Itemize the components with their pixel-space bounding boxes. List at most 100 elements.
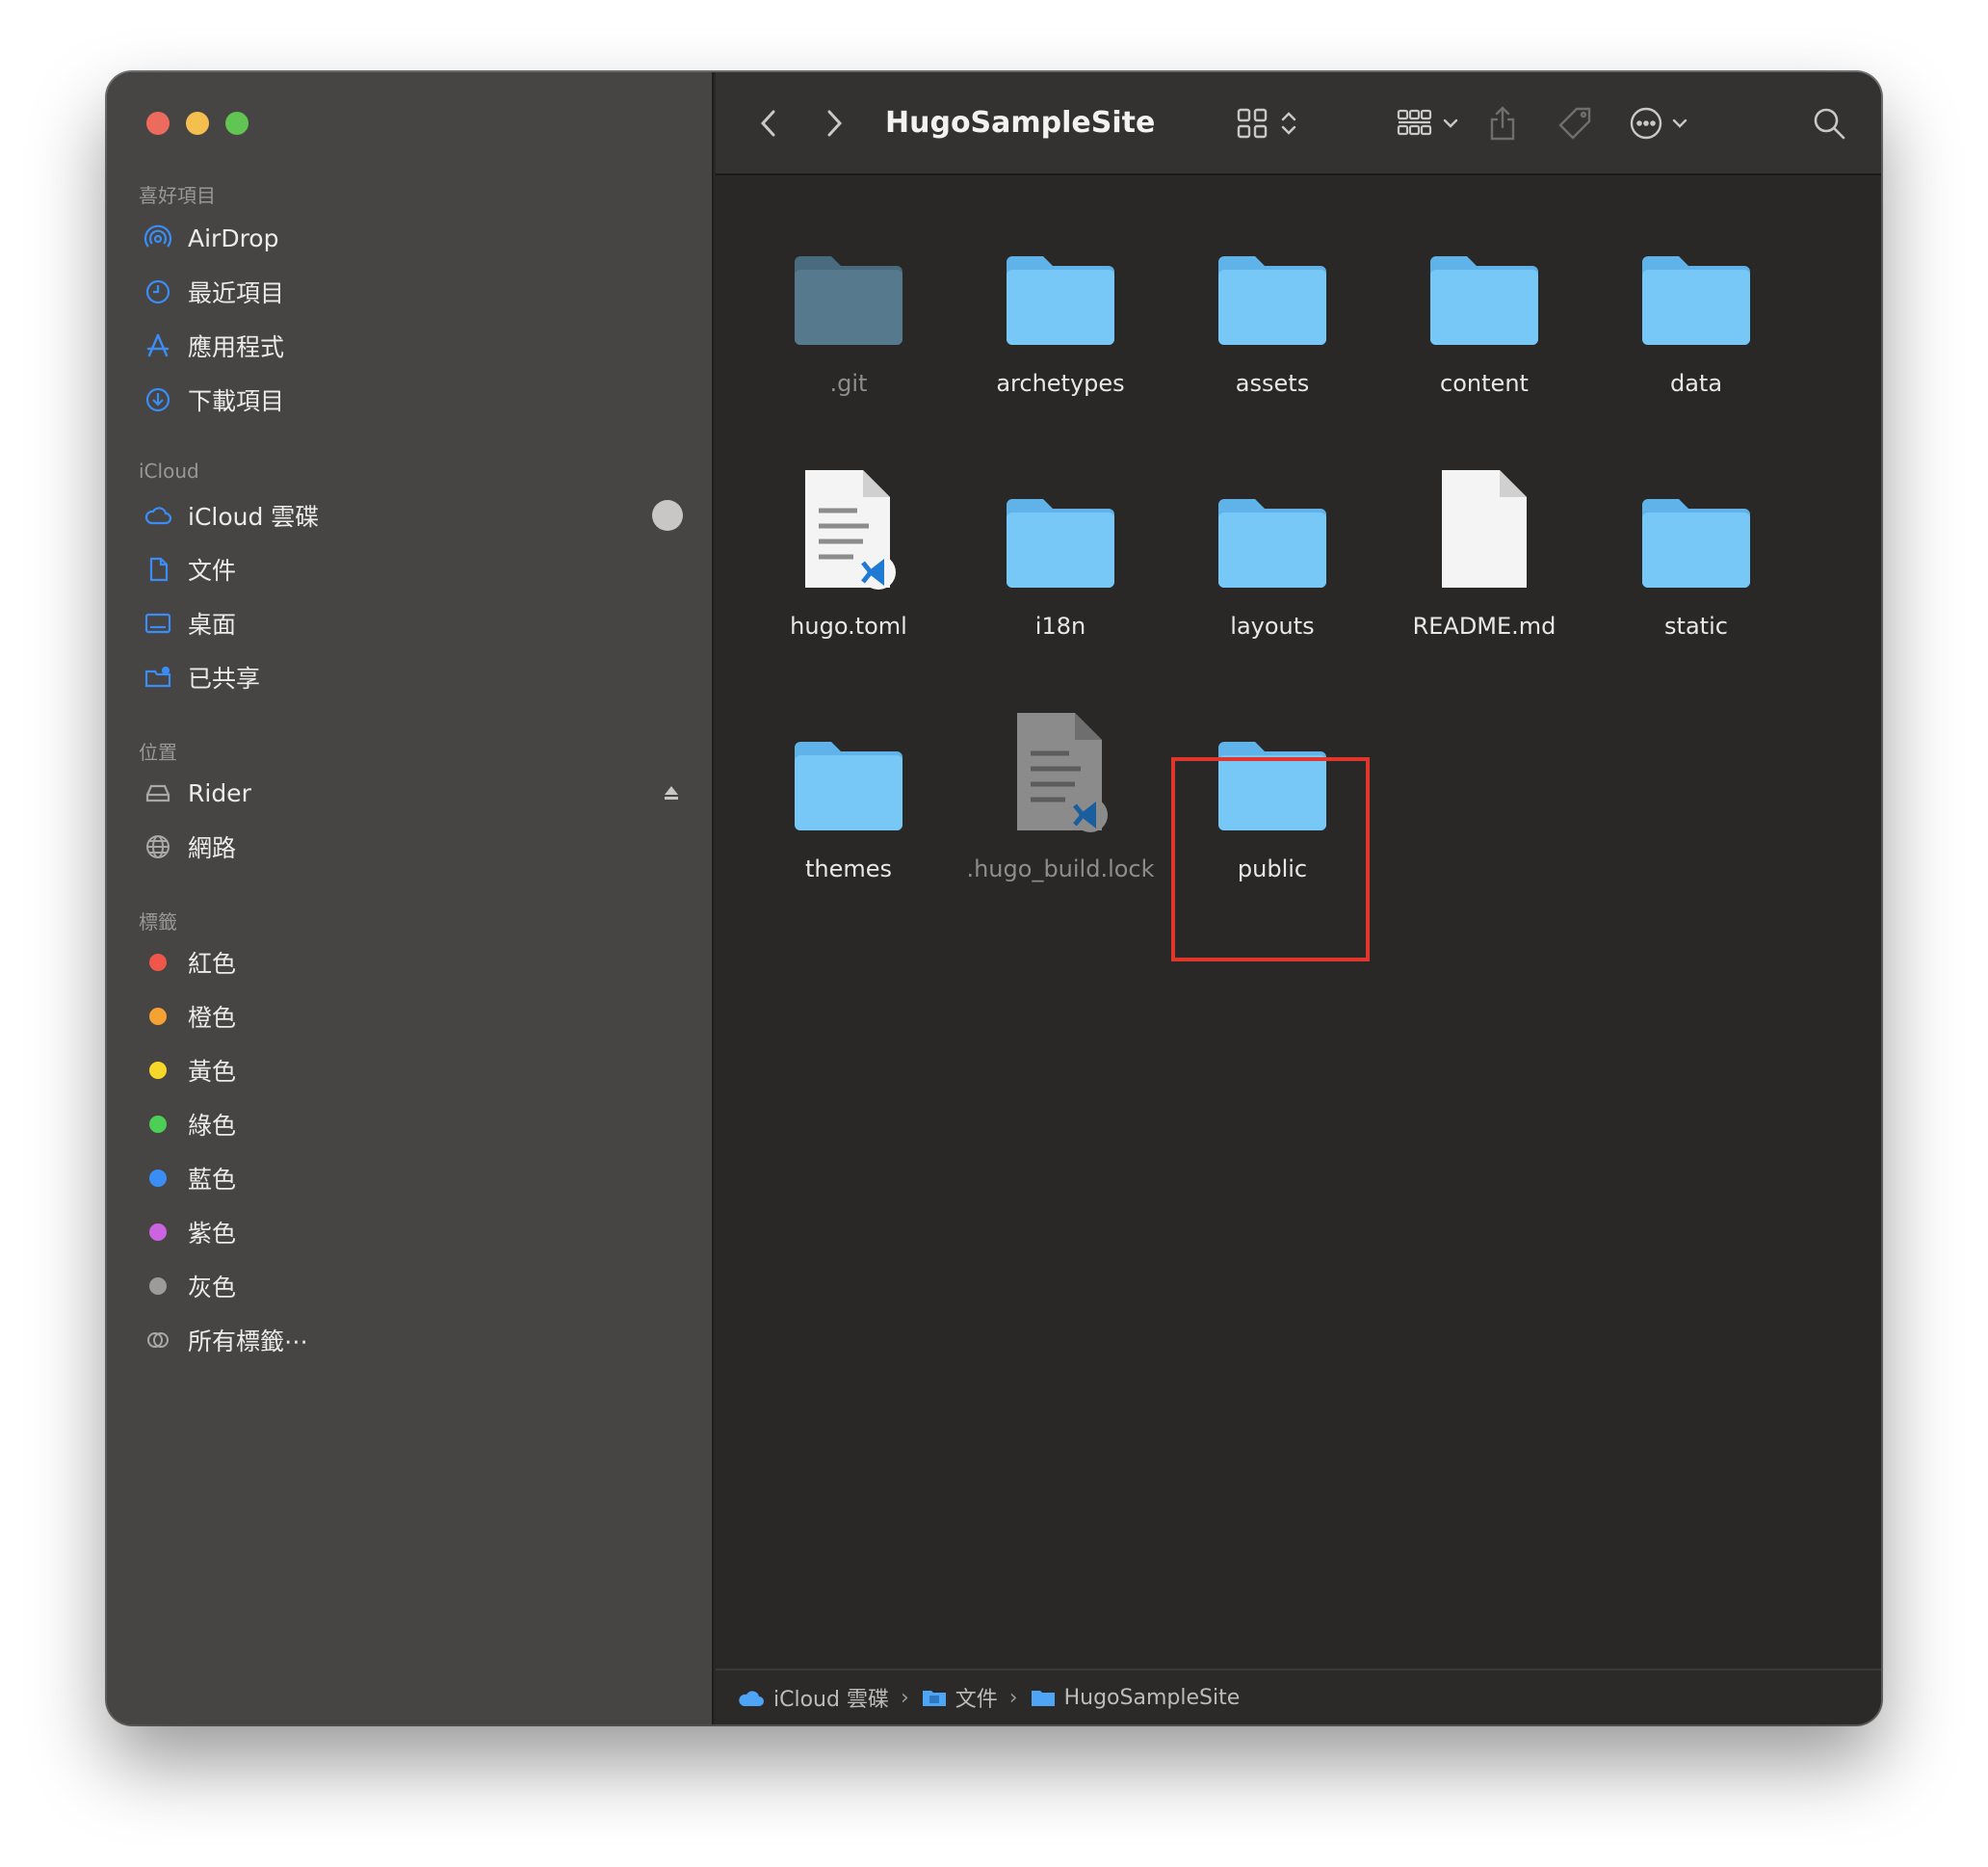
file-name: themes [804,855,893,882]
sidebar-item-label: 最近項目 [188,279,285,307]
download-icon [142,383,174,416]
sidebar-item-airdrop[interactable]: AirDrop [142,213,683,263]
file-item-hugo-build-lock[interactable]: .hugo_build.lock [964,690,1157,882]
path-separator-icon: › [900,1685,909,1710]
chevron-down-icon [1443,118,1458,128]
share-button[interactable] [1486,101,1519,145]
desktop-icon [142,607,174,640]
path-segment[interactable]: iCloud 雲碟 [737,1682,889,1713]
clock-icon [142,276,174,308]
sidebar-item-icloud-drive[interactable]: iCloud 雲碟 [142,490,683,540]
toolbar: HugoSampleSite [716,72,1881,175]
sidebar-item-all-tags[interactable]: 所有標籤⋯ [142,1315,683,1365]
view-mode-button[interactable] [1236,101,1299,145]
file-item-archetypes[interactable]: archetypes [964,204,1157,397]
file-item-assets[interactable]: assets [1176,204,1369,397]
sidebar-item-desktop[interactable]: 桌面 [142,598,683,648]
forward-button[interactable] [820,101,849,145]
file-item-hugo-toml[interactable]: hugo.toml [752,447,945,640]
sidebar-item-label: 已共享 [188,665,261,693]
sidebar-item-tag-purple[interactable]: 紫色 [142,1207,683,1257]
highlight-box [1171,757,1370,961]
blank-document-icon [1442,470,1527,588]
finder-window: 喜好項目 AirDrop 最近項目 應用程式 下載項目 iCloud iClou… [107,72,1881,1724]
file-grid: .git archetypes assets content data hugo… [716,175,1881,1670]
path-segment-label: HugoSampleSite [1063,1685,1241,1710]
drive-icon [142,776,174,809]
sidebar-item-downloads[interactable]: 下載項目 [142,375,683,425]
sidebar-item-label: 灰色 [188,1274,237,1302]
file-item-content[interactable]: content [1388,204,1581,397]
file-item-git[interactable]: .git [752,204,945,397]
sidebar-item-label: 紫色 [188,1220,237,1248]
sidebar-item-label: 藍色 [188,1166,237,1194]
favorites-section-title: 喜好項目 [139,184,216,207]
file-item-readme[interactable]: README.md [1388,447,1581,640]
sidebar-item-applications[interactable]: 應用程式 [142,321,683,371]
shared-folder-icon [142,661,174,694]
group-grid-icon [1397,109,1432,136]
eject-button[interactable] [660,781,683,804]
sidebar-item-rider[interactable]: Rider [142,768,683,818]
sidebar-item-label: Rider [188,778,251,807]
file-item-layouts[interactable]: layouts [1176,447,1369,640]
path-segment[interactable]: 文件 [921,1682,998,1713]
search-button[interactable] [1812,101,1846,145]
close-button[interactable] [146,112,170,135]
folder-icon [795,742,902,830]
file-item-data[interactable]: data [1600,204,1792,397]
sidebar-item-label: 文件 [188,557,237,585]
storage-progress-icon [652,500,683,531]
folder-icon [1642,256,1750,345]
network-icon [142,830,174,863]
tag-dot-icon [142,1216,174,1249]
sidebar-item-label: iCloud 雲碟 [188,503,320,531]
sidebar-item-label: 下載項目 [188,387,285,415]
tag-dot-icon [142,1054,174,1087]
tag-dot-icon [142,1000,174,1033]
tags-section-title: 標籤 [139,910,177,934]
file-item-static[interactable]: static [1600,447,1792,640]
file-name: hugo.toml [790,613,907,640]
sidebar-item-tag-yellow[interactable]: 黃色 [142,1045,683,1095]
sidebar-item-network[interactable]: 網路 [142,822,683,872]
minimize-button[interactable] [186,112,209,135]
chevron-updown-icon [1281,112,1296,135]
sidebar-item-shared[interactable]: 已共享 [142,652,683,702]
file-name: layouts [1230,613,1315,640]
cloud-icon [142,499,174,532]
folder-icon [795,256,902,345]
chevron-down-icon [1672,118,1687,128]
sidebar-item-tag-orange[interactable]: 橙色 [142,991,683,1041]
cloud-icon [739,1691,764,1706]
sidebar-item-label: 網路 [188,834,237,862]
sidebar-item-label: 桌面 [188,611,237,639]
sidebar-item-tag-blue[interactable]: 藍色 [142,1153,683,1203]
sidebar-item-recents[interactable]: 最近項目 [142,267,683,317]
path-segment[interactable]: HugoSampleSite [1030,1685,1241,1710]
file-name: static [1664,613,1728,640]
file-name: .hugo_build.lock [966,855,1155,882]
window-controls [146,112,248,135]
eject-icon [665,786,678,800]
folder-icon [1218,256,1326,345]
sidebar-item-tag-green[interactable]: 綠色 [142,1099,683,1149]
folder-icon [1218,499,1326,588]
sidebar-item-tag-red[interactable]: 紅色 [142,937,683,987]
sidebar-item-documents[interactable]: 文件 [142,544,683,594]
file-name: data [1669,370,1723,397]
document-icon [142,553,174,586]
tag-button[interactable] [1556,101,1594,145]
group-button[interactable] [1396,101,1461,145]
airdrop-icon [142,222,174,254]
sidebar-item-label: 所有標籤⋯ [188,1328,309,1355]
path-segment-label: iCloud 雲碟 [773,1688,889,1712]
back-button[interactable] [754,101,783,145]
chevron-right-icon [827,110,843,137]
sidebar-item-tag-gray[interactable]: 灰色 [142,1261,683,1311]
file-item-i18n[interactable]: i18n [964,447,1157,640]
zoom-button[interactable] [225,112,248,135]
file-item-themes[interactable]: themes [752,690,945,882]
tag-dot-icon [142,1162,174,1195]
more-actions-button[interactable] [1629,101,1690,145]
